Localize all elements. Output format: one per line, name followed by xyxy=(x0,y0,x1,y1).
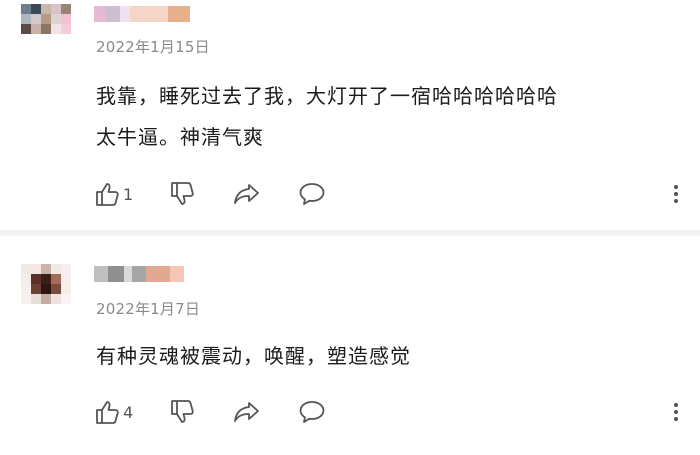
like-count: 1 xyxy=(123,184,134,204)
like-count: 4 xyxy=(123,402,134,422)
avatar-pixel xyxy=(51,294,61,304)
like-button[interactable]: 4 xyxy=(95,399,133,425)
avatar-pixel xyxy=(21,14,31,24)
avatar-pixel xyxy=(31,294,41,304)
comment-text-line: 有种灵魂被震动，唤醒，塑造感觉 xyxy=(96,344,411,368)
comment-text: 我靠，睡死过去了我，大灯开了一宿哈哈哈哈哈哈 太牛逼。神清气爽 xyxy=(96,76,558,158)
username-pixel xyxy=(94,266,108,282)
like-button[interactable]: 1 xyxy=(95,181,133,207)
username-pixel xyxy=(108,266,124,282)
username-pixel xyxy=(124,266,132,282)
comment-text-line: 我靠，睡死过去了我，大灯开了一宿哈哈哈哈哈哈 xyxy=(96,84,558,108)
avatar-pixel xyxy=(61,284,71,294)
avatar-pixel xyxy=(31,284,41,294)
avatar-pixel xyxy=(41,294,51,304)
avatar-pixel xyxy=(31,264,41,274)
thumbs-down-icon xyxy=(171,400,194,423)
more-vertical-icon[interactable] xyxy=(674,400,680,424)
avatar-pixel xyxy=(21,274,31,284)
username-blurred[interactable] xyxy=(94,6,190,22)
avatar-pixel xyxy=(41,274,51,284)
avatar-pixel xyxy=(21,294,31,304)
avatar-pixel xyxy=(21,264,31,274)
share-arrow-icon xyxy=(234,184,260,204)
username-blurred[interactable] xyxy=(94,266,184,282)
avatar-pixel xyxy=(21,4,31,14)
username-pixel xyxy=(132,266,146,282)
username-pixel xyxy=(168,6,190,22)
username-pixel xyxy=(120,6,130,22)
username-pixel xyxy=(170,266,184,282)
avatar-pixel xyxy=(41,264,51,274)
avatar-pixel xyxy=(31,14,41,24)
avatar-pixel xyxy=(31,274,41,284)
avatar-pixel xyxy=(41,284,51,294)
comment-bubble-icon xyxy=(299,183,325,205)
avatar-pixel xyxy=(61,274,71,284)
avatar-pixel xyxy=(61,4,71,14)
more-vertical-icon[interactable] xyxy=(674,182,680,206)
avatar-pixel xyxy=(51,264,61,274)
username-pixel xyxy=(146,266,170,282)
avatar[interactable] xyxy=(21,264,71,314)
share-button[interactable] xyxy=(233,399,261,425)
avatar[interactable] xyxy=(21,4,71,54)
avatar-pixel xyxy=(51,4,61,14)
comment-date: 2022年1月7日 xyxy=(96,300,201,318)
avatar-pixel xyxy=(61,14,71,24)
comment-actions: 4 xyxy=(95,398,363,426)
avatar-pixel xyxy=(41,4,51,14)
avatar-pixel xyxy=(31,24,41,34)
comment-item: 2022年1月7日 有种灵魂被震动，唤醒，塑造感觉 4 xyxy=(0,236,700,455)
username-pixel xyxy=(106,6,120,22)
avatar-pixel xyxy=(61,294,71,304)
reply-button[interactable] xyxy=(298,181,326,207)
share-button[interactable] xyxy=(233,181,261,207)
dislike-button[interactable] xyxy=(170,181,196,207)
share-arrow-icon xyxy=(234,402,260,422)
comment-item: 2022年1月15日 我靠，睡死过去了我，大灯开了一宿哈哈哈哈哈哈 太牛逼。神清… xyxy=(0,0,700,230)
reply-button[interactable] xyxy=(298,399,326,425)
avatar-pixel xyxy=(61,24,71,34)
dislike-button[interactable] xyxy=(170,399,196,425)
avatar-pixel xyxy=(21,284,31,294)
avatar-pixel xyxy=(41,14,51,24)
comment-bubble-icon xyxy=(299,401,325,423)
comment-actions: 1 xyxy=(95,180,363,208)
comment-text: 有种灵魂被震动，唤醒，塑造感觉 xyxy=(96,336,411,377)
avatar-pixel xyxy=(51,284,61,294)
thumbs-down-icon xyxy=(171,182,194,205)
avatar-pixel xyxy=(51,14,61,24)
comment-date: 2022年1月15日 xyxy=(96,38,210,56)
avatar-pixel xyxy=(41,24,51,34)
avatar-pixel xyxy=(31,4,41,14)
avatar-pixel xyxy=(21,24,31,34)
comment-text-line: 太牛逼。神清气爽 xyxy=(96,125,264,149)
avatar-pixel xyxy=(51,24,61,34)
thumbs-up-icon xyxy=(96,183,119,206)
username-pixel xyxy=(130,6,168,22)
avatar-pixel xyxy=(61,264,71,274)
username-pixel xyxy=(94,6,106,22)
avatar-pixel xyxy=(51,274,61,284)
thumbs-up-icon xyxy=(96,401,119,424)
